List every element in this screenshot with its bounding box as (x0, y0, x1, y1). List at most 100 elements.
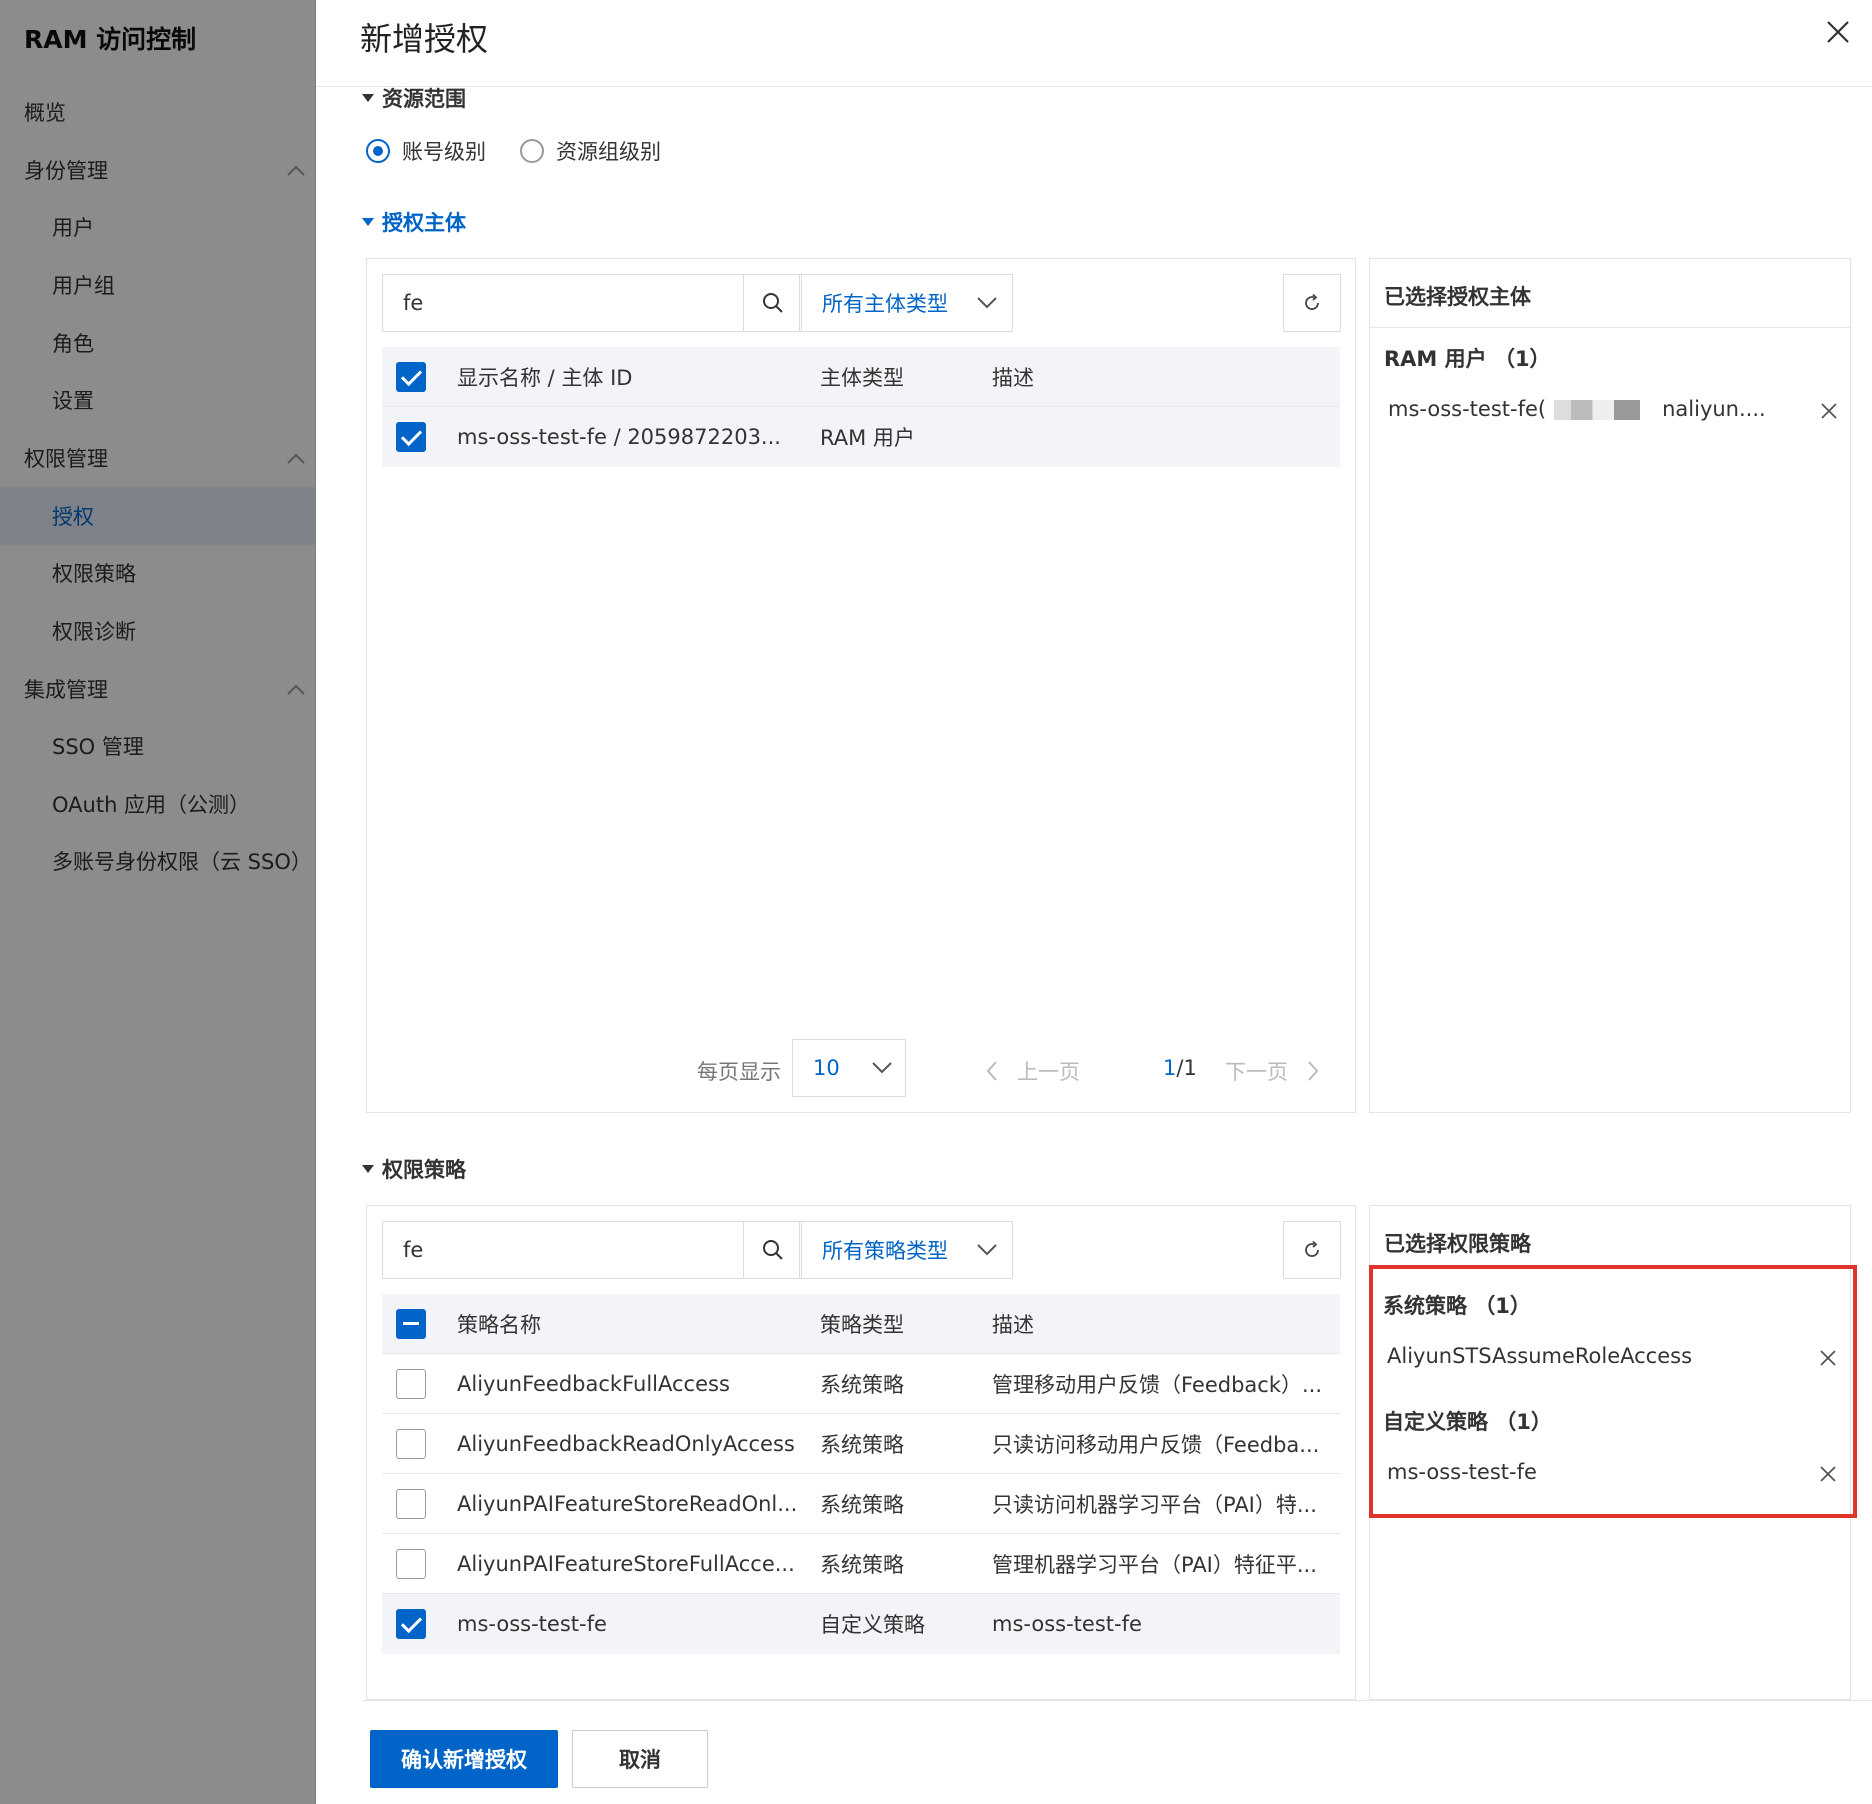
column-header: 描述 (992, 1312, 1034, 1337)
search-icon (762, 293, 783, 313)
select-value: 所有策略类型 (822, 1239, 948, 1263)
search-input[interactable]: fe (383, 291, 743, 315)
refresh-icon (1305, 1240, 1319, 1257)
selected-group-title: 系统策略 （1） (1383, 1294, 1531, 1318)
per-page-select[interactable]: 10 (792, 1039, 906, 1097)
select-all-checkbox[interactable] (396, 1308, 426, 1339)
row-checkbox[interactable] (396, 1488, 426, 1519)
chevron-right-icon (1308, 1061, 1319, 1081)
column-header: 主体类型 (820, 365, 904, 390)
chevron-down-icon (977, 297, 997, 309)
per-page-label: 每页显示 (697, 1060, 781, 1084)
principal-panel: fe 所有主体类型 显示名称 / 主体 ID 主体类型 描述 ms-oss-te… (366, 258, 1356, 1113)
column-header: 描述 (992, 365, 1034, 390)
header-divider (316, 86, 1872, 87)
search-icon (762, 1240, 783, 1260)
modal-overlay[interactable] (0, 0, 316, 1804)
table-header: 显示名称 / 主体 ID 主体类型 描述 (382, 347, 1340, 407)
table-row[interactable]: ms-oss-test-fe / 2059872203... RAM 用户 (382, 407, 1340, 467)
section-policy[interactable]: 权限策略 (362, 1154, 466, 1184)
policy-name: AliyunFeedbackFullAccess (457, 1371, 730, 1396)
selected-item-suffix: naliyun.... (1662, 397, 1766, 421)
policy-name: AliyunFeedbackReadOnlyAccess (457, 1431, 795, 1456)
section-title: 授权主体 (382, 211, 466, 235)
table-row[interactable]: ms-oss-test-fe 自定义策略 ms-oss-test-fe (382, 1594, 1340, 1654)
section-title: 权限策略 (382, 1158, 466, 1182)
row-checkbox[interactable] (396, 422, 426, 452)
principal-type-select[interactable]: 所有主体类型 (799, 274, 1013, 332)
prev-page-label: 上一页 (1017, 1060, 1080, 1084)
policy-desc: ms-oss-test-fe (992, 1612, 1142, 1636)
policy-desc: 管理移动用户反馈（Feedback）... (992, 1372, 1323, 1397)
add-grant-drawer: 新增授权 资源范围 账号级别 资源组级别 授权主体 fe 所有主体类型 显示名称… (316, 0, 1872, 1804)
remove-icon[interactable] (1819, 1349, 1837, 1367)
policy-name: AliyunPAIFeatureStoreReadOnl... (457, 1491, 798, 1516)
remove-icon[interactable] (1820, 402, 1838, 420)
next-page-label: 下一页 (1225, 1060, 1288, 1084)
table-header: 策略名称 策略类型 描述 (382, 1294, 1340, 1354)
row-checkbox[interactable] (396, 1428, 426, 1459)
selected-group-title: 自定义策略 （1） (1383, 1410, 1552, 1434)
column-header: 策略名称 (457, 1312, 541, 1337)
current-page: 1 (1163, 1056, 1177, 1080)
policy-type-select[interactable]: 所有策略类型 (799, 1221, 1013, 1279)
table-row[interactable]: AliyunFeedbackReadOnlyAccess 系统策略 只读访问移动… (382, 1414, 1340, 1474)
selected-policy-item: AliyunSTSAssumeRoleAccess (1387, 1344, 1693, 1368)
policy-name: ms-oss-test-fe (457, 1612, 607, 1636)
policy-desc: 只读访问机器学习平台（PAI）特... (992, 1492, 1317, 1517)
policy-type: 系统策略 (820, 1552, 904, 1577)
refresh-icon (1305, 293, 1319, 310)
radio-label: 账号级别 (402, 140, 486, 164)
radio-resource-group-level[interactable]: 资源组级别 (520, 136, 661, 166)
row-checkbox[interactable] (396, 1548, 426, 1579)
policy-type: 自定义策略 (820, 1613, 925, 1637)
selected-item-prefix: ms-oss-test-fe( (1388, 397, 1547, 421)
confirm-button[interactable]: 确认新增授权 (370, 1730, 558, 1788)
resource-scope-radio-group: 账号级别 资源组级别 (366, 136, 695, 166)
row-checkbox[interactable] (396, 1609, 426, 1639)
policy-panel: fe 所有策略类型 策略名称 策略类型 描述 AliyunFeedbackFul… (366, 1205, 1356, 1700)
drawer-title: 新增授权 (360, 20, 489, 58)
section-resource-scope[interactable]: 资源范围 (362, 83, 466, 113)
caret-down-icon (362, 218, 374, 226)
radio-dot (366, 139, 390, 163)
next-page-button[interactable]: 下一页 (1225, 1056, 1320, 1086)
section-principal[interactable]: 授权主体 (362, 207, 466, 237)
row-checkbox[interactable] (396, 1368, 426, 1399)
select-all-checkbox[interactable] (396, 361, 426, 392)
refresh-button[interactable] (1283, 274, 1341, 332)
radio-dot (520, 139, 544, 163)
selected-panel-title: 已选择授权主体 (1384, 285, 1531, 309)
select-value: 10 (813, 1056, 840, 1080)
column-header: 显示名称 / 主体 ID (457, 365, 633, 390)
close-icon[interactable] (1824, 18, 1852, 46)
principal-search[interactable]: fe (382, 274, 802, 332)
remove-icon[interactable] (1819, 1465, 1837, 1483)
table-row[interactable]: AliyunFeedbackFullAccess 系统策略 管理移动用户反馈（F… (382, 1354, 1340, 1414)
footer-divider (362, 1700, 1872, 1701)
policy-name: AliyunPAIFeatureStoreFullAcce... (457, 1551, 795, 1576)
table-row[interactable]: AliyunPAIFeatureStoreReadOnl... 系统策略 只读访… (382, 1474, 1340, 1534)
section-title: 资源范围 (382, 87, 466, 111)
chevron-down-icon (872, 1062, 892, 1074)
select-value: 所有主体类型 (822, 292, 948, 316)
policy-desc: 只读访问移动用户反馈（Feedba... (992, 1432, 1320, 1457)
column-header: 策略类型 (820, 1312, 904, 1337)
cancel-button[interactable]: 取消 (572, 1730, 708, 1788)
page-indicator: 1 /1 (1163, 1056, 1197, 1080)
prev-page-button[interactable]: 上一页 (985, 1056, 1080, 1086)
search-button[interactable] (743, 275, 801, 331)
search-button[interactable] (743, 1222, 801, 1278)
chevron-down-icon (977, 1244, 997, 1256)
refresh-button[interactable] (1283, 1221, 1341, 1279)
policy-search[interactable]: fe (382, 1221, 802, 1279)
principal-type: RAM 用户 (820, 426, 915, 450)
search-input[interactable]: fe (383, 1238, 743, 1262)
policy-type: 系统策略 (820, 1372, 904, 1397)
selected-group-title: RAM 用户 （1） (1384, 347, 1551, 371)
radio-label: 资源组级别 (556, 140, 661, 164)
chevron-left-icon (986, 1061, 997, 1081)
table-row[interactable]: AliyunPAIFeatureStoreFullAcce... 系统策略 管理… (382, 1534, 1340, 1594)
radio-account-level[interactable]: 账号级别 (366, 136, 486, 166)
total-pages: /1 (1176, 1056, 1197, 1080)
